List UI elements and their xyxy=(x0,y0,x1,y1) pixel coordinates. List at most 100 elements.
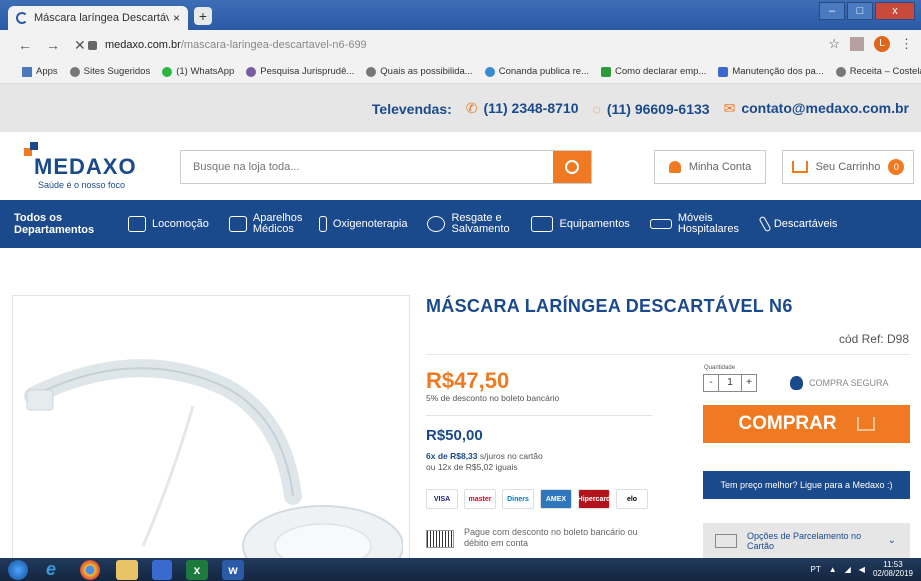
bookmark-item[interactable]: Pesquisa Jurisprudê... xyxy=(246,66,354,77)
start-button[interactable] xyxy=(8,559,28,580)
site-icon xyxy=(246,66,257,77)
excel-icon[interactable]: x xyxy=(186,559,208,580)
bookmark-item[interactable]: Receita – Costela su... xyxy=(835,66,921,77)
url-field[interactable]: medaxo.com.br/mascara-laringea-descartav… xyxy=(88,34,848,56)
phone-link[interactable]: ✆ (11) 2348-8710 xyxy=(466,100,579,117)
media-player-icon[interactable] xyxy=(152,559,172,580)
logo-name: MEDAXO xyxy=(34,154,137,179)
site-header: MEDAXO Saúde é o nosso foco Minha Conta … xyxy=(0,132,921,200)
bookmark-item[interactable]: Conanda publica re... xyxy=(484,66,589,77)
bookmark-item[interactable]: Quais as possibilida... xyxy=(366,66,473,77)
site-icon xyxy=(601,66,612,77)
tab-close-icon[interactable]: × xyxy=(173,11,180,25)
bookmarks-bar: Apps Sites Sugeridos (1) WhatsApp Pesqui… xyxy=(0,60,921,84)
address-bar-row: ← → ✕ medaxo.com.br/mascara-laringea-des… xyxy=(0,30,921,60)
product-image[interactable] xyxy=(12,295,410,558)
category-nav: Todos os Departamentos Locomoção Aparelh… xyxy=(0,200,921,248)
browser-menu-icon[interactable]: ⋮ xyxy=(900,36,913,52)
word-icon[interactable]: w xyxy=(222,559,244,580)
whatsapp-icon xyxy=(162,66,173,77)
equipment-icon xyxy=(531,216,554,232)
cart-icon xyxy=(791,161,808,173)
qty-decrease-button[interactable]: - xyxy=(704,375,718,391)
cart-count-badge: 0 xyxy=(888,159,905,175)
bookmark-item[interactable]: (1) WhatsApp xyxy=(162,66,234,77)
contact-bar: Televendas: ✆ (11) 2348-8710 ◌ (11) 96609-… xyxy=(0,84,921,132)
shield-icon xyxy=(790,376,803,390)
credit-card-icon xyxy=(715,533,737,548)
explorer-icon[interactable] xyxy=(116,559,138,580)
category-moveis[interactable]: Móveis Hospitalares xyxy=(640,200,752,248)
diners-icon: Diners xyxy=(502,489,534,509)
category-all-departments[interactable]: Todos os Departamentos xyxy=(0,200,118,248)
bookmark-item[interactable]: Como declarar emp... xyxy=(601,66,706,77)
boleto-info: Pague com desconto no boleto bancário ou… xyxy=(426,527,664,549)
category-locomocao[interactable]: Locomoção xyxy=(118,200,219,248)
category-descartaveis[interactable]: Descartáveis xyxy=(752,200,848,248)
search-button[interactable] xyxy=(553,151,591,183)
account-button[interactable]: Minha Conta xyxy=(654,150,766,184)
qty-input[interactable]: 1 xyxy=(718,375,742,391)
minimize-button[interactable]: – xyxy=(819,2,845,20)
search-icon xyxy=(565,160,579,174)
tray-icon[interactable]: ▲ xyxy=(829,565,837,574)
window-controls: – □ x xyxy=(819,2,915,20)
better-price-button[interactable]: Tem preço melhor? Ligue para a Medaxo :) xyxy=(703,471,910,499)
category-equipamentos[interactable]: Equipamentos xyxy=(521,200,639,248)
cart-icon xyxy=(856,417,875,431)
buy-button[interactable]: COMPRAR xyxy=(703,405,910,443)
divider xyxy=(426,415,652,416)
divider xyxy=(426,354,910,355)
extension-icon[interactable] xyxy=(850,37,864,51)
chrome-icon[interactable] xyxy=(80,559,100,580)
ie-icon[interactable]: e xyxy=(34,559,68,580)
user-icon xyxy=(668,161,681,173)
installment-options-toggle[interactable]: Opções de Parcelamento no Cartão ⌄ xyxy=(703,523,910,558)
volume-icon[interactable]: ◀ xyxy=(859,565,865,574)
maximize-button[interactable]: □ xyxy=(847,2,873,20)
televendas-label: Televendas: xyxy=(371,100,452,117)
stethoscope-icon xyxy=(228,216,247,232)
search-input[interactable] xyxy=(181,151,553,183)
price-boleto-note: 5% de desconto no boleto bancário xyxy=(426,393,560,403)
cart-button[interactable]: Seu Carrinho 0 xyxy=(782,150,914,184)
bookmark-item[interactable]: Manutenção dos pa... xyxy=(718,66,824,77)
category-aparelhos[interactable]: Aparelhos Médicos xyxy=(219,200,309,248)
globe-icon xyxy=(835,66,846,77)
bookmark-item[interactable]: Apps xyxy=(22,66,58,77)
new-tab-button[interactable]: + xyxy=(194,7,212,25)
url-path: /mascara-laringea-descartavel-n6-699 xyxy=(180,39,367,51)
laryngeal-mask-image xyxy=(24,359,403,558)
plus-circle-icon xyxy=(427,216,446,232)
category-oxigenoterapia[interactable]: Oxigenoterapia xyxy=(309,200,418,248)
bookmark-star-icon[interactable]: ☆ xyxy=(828,36,840,52)
clock[interactable]: 11:53 02/08/2019 xyxy=(873,560,913,578)
close-window-button[interactable]: x xyxy=(875,2,915,20)
back-icon[interactable]: ← xyxy=(18,37,32,54)
browser-tab[interactable]: Máscara laríngea Descartável N6 × xyxy=(8,6,188,30)
syringe-icon xyxy=(758,215,772,233)
oxygen-icon xyxy=(318,216,327,232)
quantity-stepper: - 1 + xyxy=(703,374,757,392)
favicon-icon xyxy=(16,12,28,24)
globe-icon xyxy=(366,66,377,77)
stop-icon[interactable]: ✕ xyxy=(74,37,86,54)
category-resgate[interactable]: Resgate e Salvamento xyxy=(417,200,521,248)
forward-icon[interactable]: → xyxy=(46,37,60,54)
price-list: R$50,00 xyxy=(426,427,483,444)
network-icon[interactable]: ◢ xyxy=(845,565,851,574)
language-indicator[interactable]: PT xyxy=(810,565,820,574)
visa-icon: VISA xyxy=(426,489,458,509)
amex-icon: AMEX xyxy=(540,489,572,509)
bookmark-item[interactable]: Sites Sugeridos xyxy=(69,66,150,77)
bed-icon xyxy=(649,219,672,229)
tab-title: Máscara laríngea Descartável N6 xyxy=(34,12,169,24)
profile-avatar[interactable]: L xyxy=(874,36,890,52)
qty-increase-button[interactable]: + xyxy=(742,375,756,391)
search-box xyxy=(180,150,592,184)
whatsapp-link[interactable]: ◌ (11) 96609-6133 xyxy=(592,101,709,117)
mail-icon: ✉ xyxy=(723,100,736,116)
whatsapp-icon: ◌ xyxy=(592,100,601,117)
email-link[interactable]: ✉ contato@medaxo.com.br xyxy=(724,100,909,117)
price-boleto: R$47,50 xyxy=(426,368,510,393)
